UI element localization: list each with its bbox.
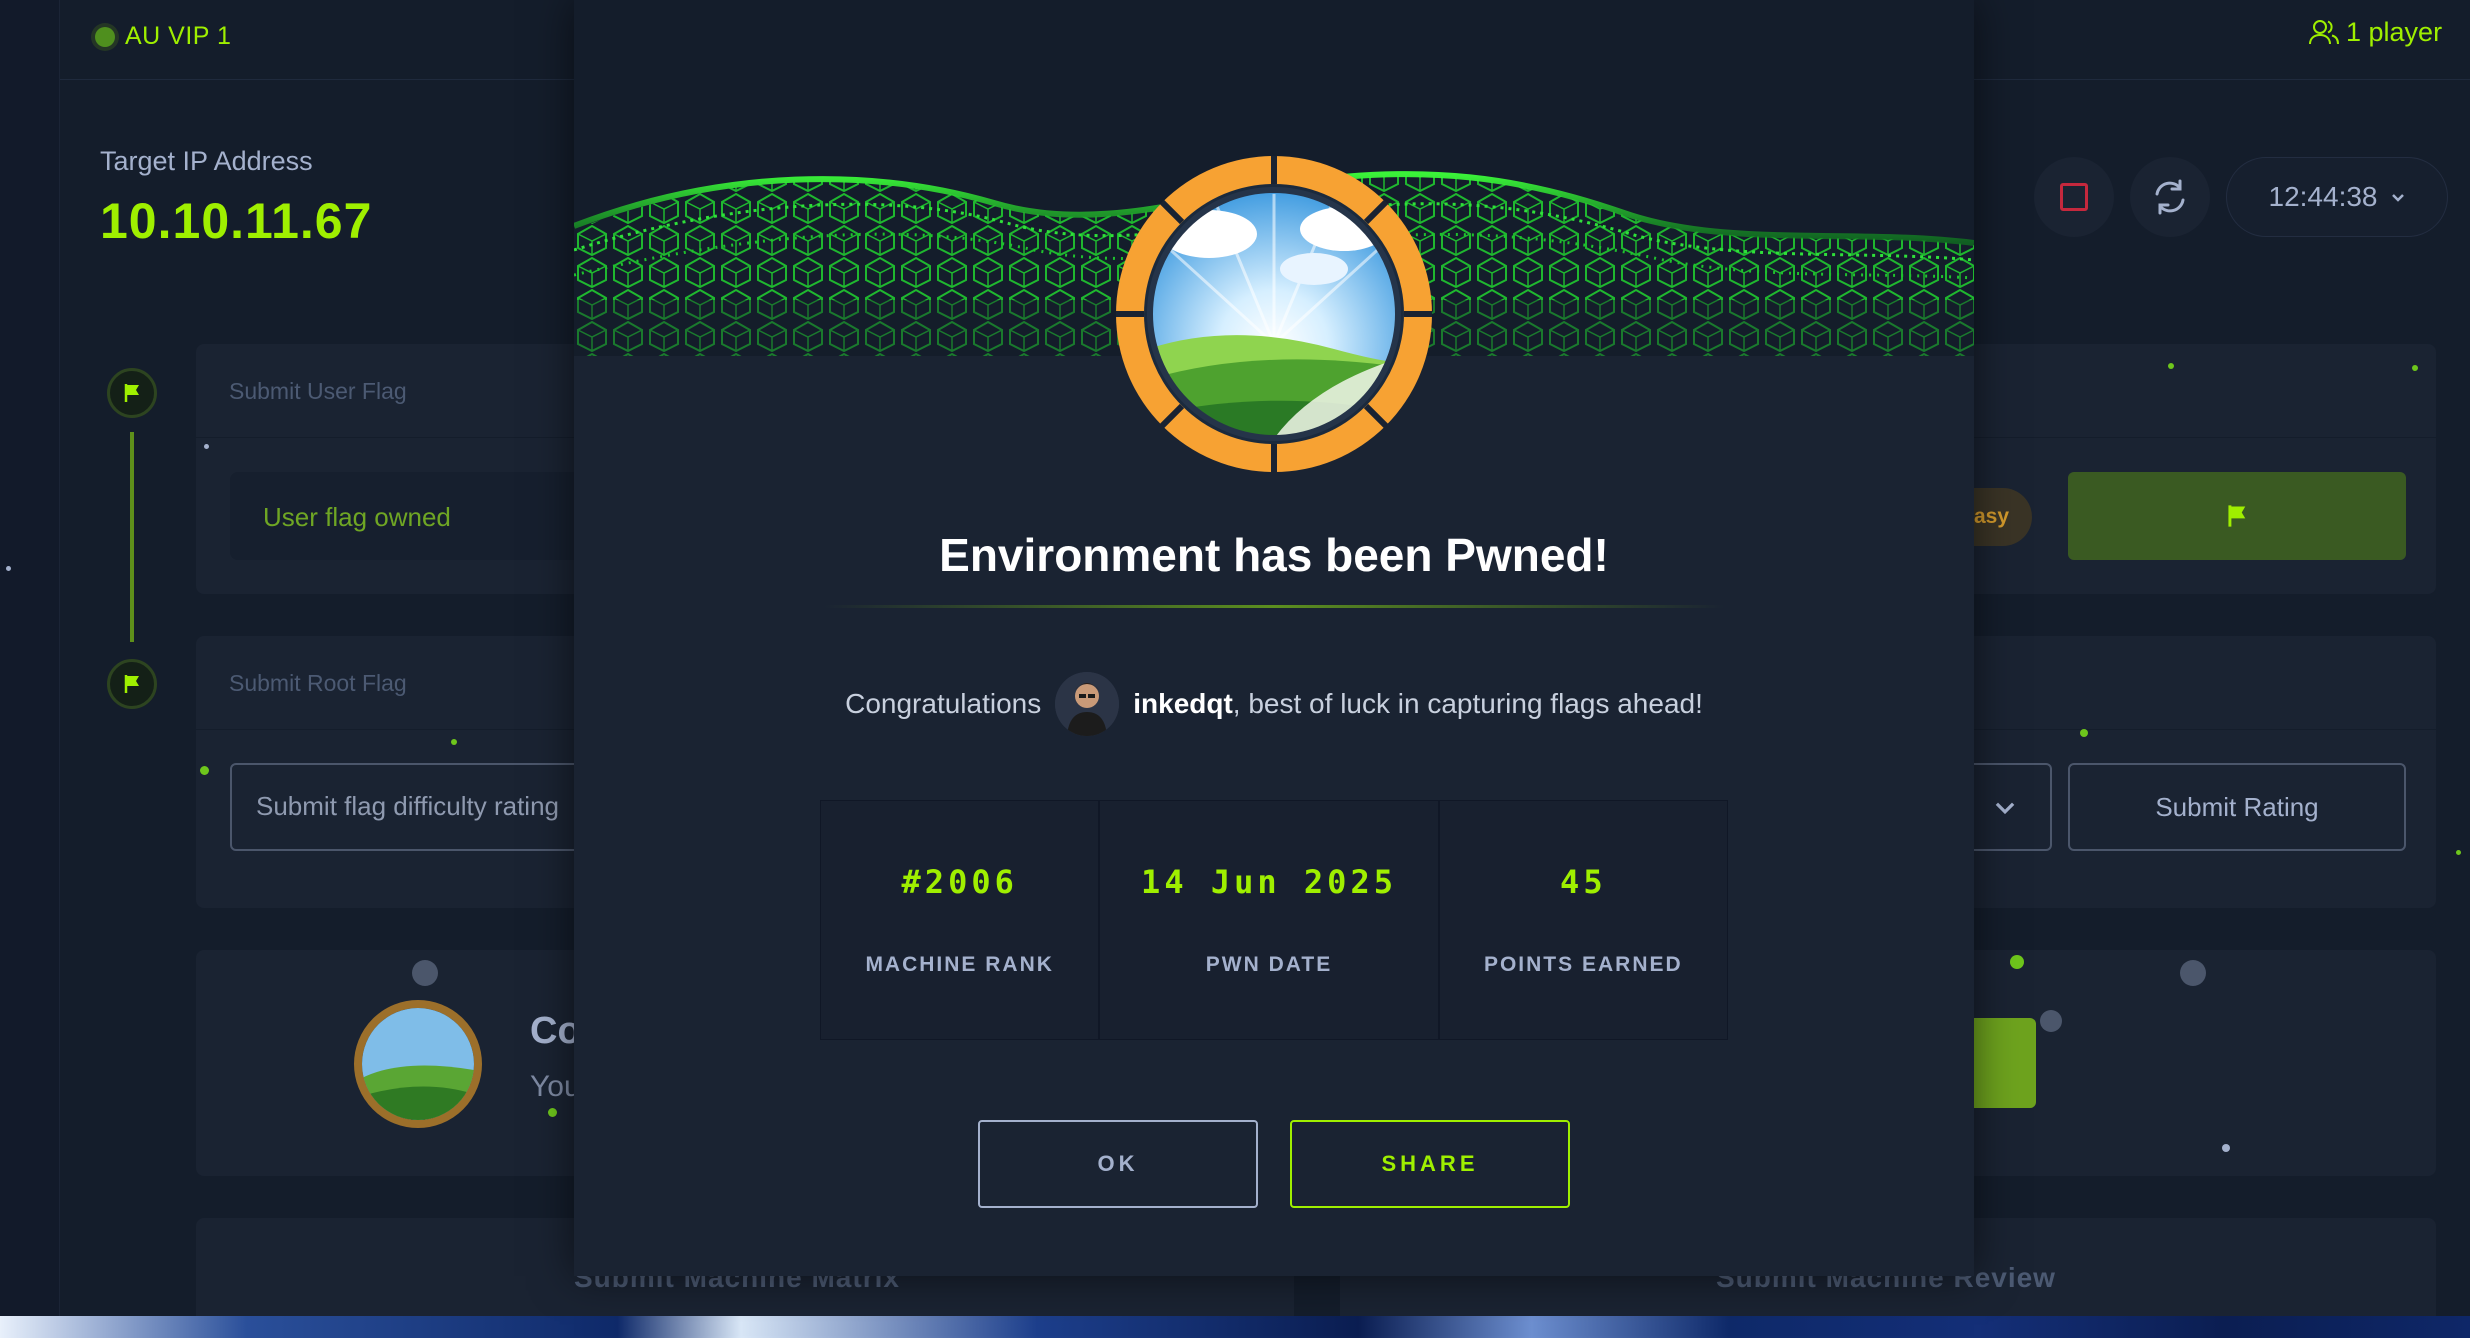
user-flag-submit-button[interactable] <box>2068 472 2406 560</box>
confetti-dot <box>451 739 457 745</box>
confetti-dot <box>204 444 209 449</box>
chevron-down-icon <box>2391 194 2404 202</box>
confetti-dot <box>548 1108 557 1117</box>
left-rail <box>0 0 60 1316</box>
players-icon <box>2309 20 2339 45</box>
stat-label: PWN DATE <box>1205 953 1333 976</box>
desktop-taskbar <box>0 1316 2470 1338</box>
confetti-dot <box>412 960 438 986</box>
machine-timer-dropdown[interactable]: 12:44:38 <box>2226 157 2448 237</box>
confetti-dot <box>2412 365 2418 371</box>
difficulty-rating-select[interactable]: Submit flag difficulty rating <box>230 763 610 851</box>
pwned-badge-small <box>354 1000 482 1128</box>
congrats-message: Congratulations inkedqt, best of luck in… <box>574 672 1974 736</box>
confetti-dot <box>2040 1010 2062 1032</box>
stop-machine-button[interactable] <box>2034 157 2114 237</box>
pwned-emblem <box>1116 156 1432 472</box>
stat-label: MACHINE RANK <box>865 953 1054 976</box>
username[interactable]: inkedqt <box>1133 688 1233 719</box>
chevron-down-icon <box>1995 802 2015 815</box>
congrats-prefix: Congratulations <box>845 688 1042 719</box>
timer-value: 12:44:38 <box>2268 181 2378 212</box>
title-divider <box>824 605 1724 608</box>
stat-pwn-date: 14 Jun 2025 PWN DATE <box>1100 801 1440 1039</box>
user-flag-node <box>107 368 157 418</box>
vpn-status-dot <box>95 27 115 47</box>
confetti-dot <box>200 766 209 775</box>
reset-machine-button[interactable] <box>2130 157 2210 237</box>
flag-icon <box>2228 505 2246 527</box>
stop-icon <box>2060 183 2088 211</box>
ok-button[interactable]: OK <box>978 1120 1258 1208</box>
submit-rating-button[interactable]: Submit Rating <box>2068 763 2406 851</box>
target-ip-address[interactable]: 10.10.11.67 <box>100 192 372 250</box>
stat-points-earned: 45 POINTS EARNED <box>1439 801 1727 1039</box>
refresh-icon <box>2155 179 2185 215</box>
pwned-modal: Environment has been Pwned! Congratulati… <box>574 0 1974 1276</box>
user-avatar <box>1055 672 1120 736</box>
landscape-icon <box>362 1008 474 1120</box>
confetti-dot <box>2222 1144 2230 1152</box>
flag-icon <box>124 675 139 693</box>
pwn-stats: #2006 MACHINE RANK 14 Jun 2025 PWN DATE … <box>820 800 1728 1040</box>
modal-title: Environment has been Pwned! <box>939 529 1609 581</box>
confetti-dot <box>2080 729 2088 737</box>
confetti-dot <box>2168 363 2174 369</box>
stat-label: POINTS EARNED <box>1483 953 1683 976</box>
confetti-dot <box>2010 955 2024 969</box>
confetti-dot <box>2180 960 2206 986</box>
stat-value: 14 Jun 2025 <box>1141 863 1397 901</box>
user-avatar-icon <box>1055 672 1120 736</box>
target-ip-label: Target IP Address <box>100 146 313 176</box>
player-count[interactable]: 1 player <box>2346 17 2442 48</box>
flag-icon <box>124 384 139 402</box>
congrats-suffix: , best of luck in capturing flags ahead! <box>1232 688 1703 719</box>
confetti-dot <box>2456 850 2461 855</box>
user-flag-owned-status: User flag owned <box>230 472 590 560</box>
share-button[interactable]: SHARE <box>1290 1120 1570 1208</box>
vpn-server-label[interactable]: AU VIP 1 <box>125 22 231 51</box>
stat-value: #2006 <box>901 863 1018 901</box>
stat-value: 45 <box>1560 863 1607 901</box>
root-flag-node <box>107 659 157 709</box>
flag-progress-line <box>130 432 134 642</box>
stat-machine-rank: #2006 MACHINE RANK <box>821 801 1101 1039</box>
confetti-dot <box>6 566 11 571</box>
